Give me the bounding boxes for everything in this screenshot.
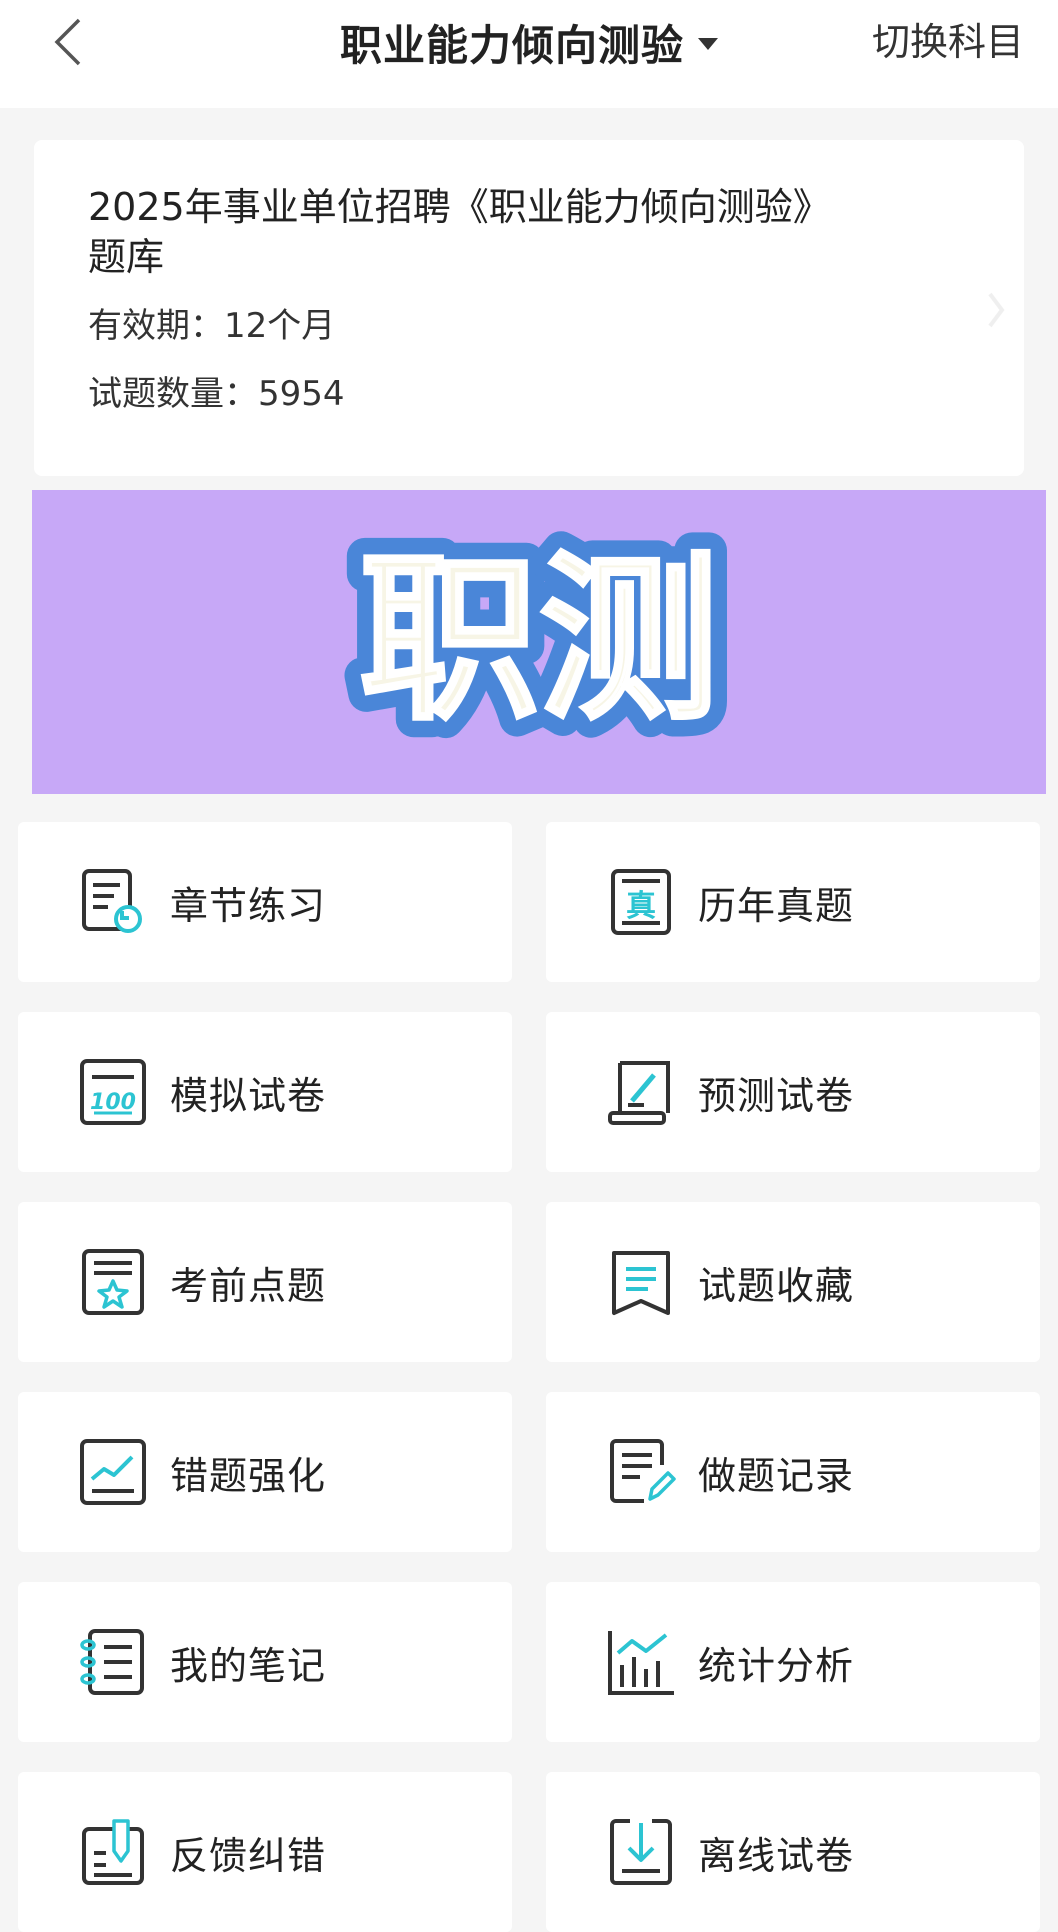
validity-value: 12个月 xyxy=(224,306,336,346)
question-count-row: 试题数量：5954 xyxy=(88,368,970,420)
menu-label: 预测试卷 xyxy=(698,1073,855,1118)
menu-tile-statistics[interactable]: 统计分析 xyxy=(546,1582,1040,1742)
menu-tile-feedback[interactable]: 反馈纠错 xyxy=(18,1772,512,1932)
back-button[interactable] xyxy=(40,14,96,70)
banner-title: 职测 职测 xyxy=(341,522,737,762)
menu-label: 历年真题 xyxy=(698,883,855,928)
feature-grid: 章节练习 真 历年真题 100 模拟试卷 预测试卷 考前点题 试题收藏 错题强化… xyxy=(18,822,1040,1932)
svg-text:100: 100 xyxy=(90,1090,136,1115)
menu-tile-wrong-questions[interactable]: 错题强化 xyxy=(18,1392,512,1552)
menu-tile-notes[interactable]: 我的笔记 xyxy=(18,1582,512,1742)
subject-banner: 职测 职测 xyxy=(32,490,1046,794)
question-bank-card[interactable]: 2025年事业单位招聘《职业能力倾向测验》 题库 有效期：12个月 试题数量：5… xyxy=(34,140,1024,476)
practice-record-icon xyxy=(610,1439,676,1503)
menu-label: 统计分析 xyxy=(698,1643,855,1688)
menu-tile-mock-paper[interactable]: 100 模拟试卷 xyxy=(18,1012,512,1172)
menu-label: 章节练习 xyxy=(170,883,327,928)
wrong-questions-icon xyxy=(80,1439,146,1505)
menu-label: 模拟试卷 xyxy=(170,1073,327,1118)
menu-tile-past-exams[interactable]: 真 历年真题 xyxy=(546,822,1040,982)
page-title[interactable]: 职业能力倾向测验 xyxy=(340,12,684,73)
menu-tile-favorites[interactable]: 试题收藏 xyxy=(546,1202,1040,1362)
switch-subject-button[interactable]: 切换科目 xyxy=(872,16,1024,68)
chapter-practice-icon xyxy=(82,869,142,933)
menu-label: 离线试卷 xyxy=(698,1833,855,1878)
menu-label: 错题强化 xyxy=(170,1453,327,1498)
validity-row: 有效期：12个月 xyxy=(88,300,970,352)
top-bar: 职业能力倾向测验 切换科目 xyxy=(0,0,1058,108)
menu-label: 试题收藏 xyxy=(698,1263,855,1308)
question-count-value: 5954 xyxy=(258,374,345,414)
chevron-right-icon xyxy=(988,292,1005,328)
dropdown-caret-icon[interactable] xyxy=(698,38,718,50)
bank-title: 2025年事业单位招聘《职业能力倾向测验》 题库 xyxy=(88,185,831,279)
validity-label: 有效期： xyxy=(88,306,224,346)
favorites-icon xyxy=(612,1251,670,1315)
menu-label: 反馈纠错 xyxy=(170,1833,327,1878)
menu-tile-pre-exam-tips[interactable]: 考前点题 xyxy=(18,1202,512,1362)
menu-tile-offline-paper[interactable]: 离线试卷 xyxy=(546,1772,1040,1932)
statistics-icon xyxy=(608,1631,674,1695)
menu-label: 做题记录 xyxy=(698,1453,855,1498)
feedback-icon xyxy=(82,1819,144,1885)
question-count-label: 试题数量： xyxy=(88,374,258,414)
predict-paper-icon xyxy=(608,1061,670,1125)
menu-label: 考前点题 xyxy=(170,1263,327,1308)
svg-text:职测: 职测 xyxy=(359,536,719,745)
past-exams-icon: 真 xyxy=(611,869,671,935)
menu-tile-predict-paper[interactable]: 预测试卷 xyxy=(546,1012,1040,1172)
notes-icon xyxy=(80,1629,144,1695)
offline-paper-icon xyxy=(610,1819,672,1885)
menu-tile-chapter-practice[interactable]: 章节练习 xyxy=(18,822,512,982)
pre-exam-tips-icon xyxy=(82,1249,144,1315)
chevron-left-icon xyxy=(54,18,81,66)
menu-label: 我的笔记 xyxy=(170,1643,327,1688)
mock-paper-icon: 100 xyxy=(80,1059,146,1125)
menu-tile-practice-record[interactable]: 做题记录 xyxy=(546,1392,1040,1552)
svg-text:真: 真 xyxy=(626,889,656,924)
